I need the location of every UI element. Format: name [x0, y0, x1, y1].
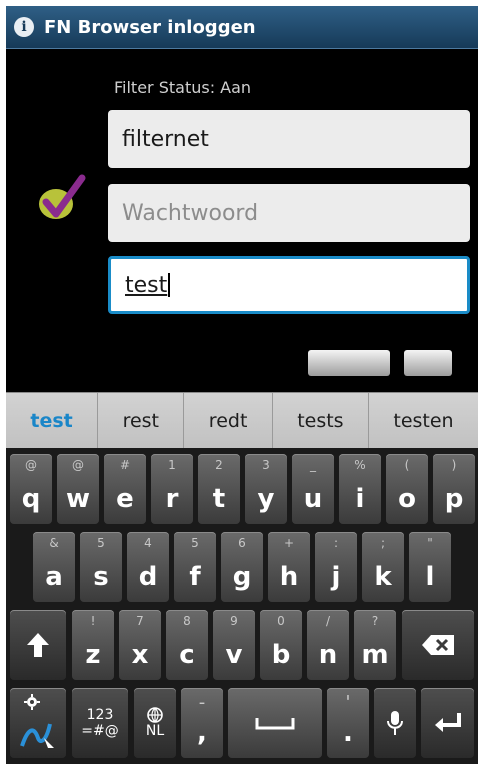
- key-g[interactable]: 6 g: [221, 532, 263, 602]
- suggestion-strip: test rest redt tests testen: [6, 392, 478, 449]
- suggestion-item[interactable]: rest: [97, 393, 183, 449]
- text-field-focused[interactable]: test: [108, 256, 470, 314]
- key-n[interactable]: / n: [307, 610, 349, 680]
- globe-icon: [147, 707, 163, 723]
- key-c[interactable]: 8 c: [166, 610, 208, 680]
- key-w[interactable]: @ w: [57, 454, 99, 524]
- settings-handwriting-key[interactable]: [10, 688, 66, 758]
- username-value: filternet: [122, 126, 209, 152]
- password-field[interactable]: Wachtwoord: [108, 184, 470, 242]
- key-o[interactable]: ( o: [386, 454, 428, 524]
- text-cursor: [168, 273, 171, 297]
- key-u[interactable]: _ u: [292, 454, 334, 524]
- key-l[interactable]: " l: [409, 532, 451, 602]
- key-r[interactable]: 1 r: [151, 454, 193, 524]
- comma-key[interactable]: - ,: [181, 688, 223, 758]
- suggestion-item[interactable]: testen: [367, 393, 478, 449]
- language-key[interactable]: NL: [134, 688, 176, 758]
- backspace-key[interactable]: [402, 610, 474, 680]
- key-b[interactable]: 0 b: [260, 610, 302, 680]
- soft-keyboard: @ q @ w # e 1 r 2 t 3 y _ u % i (o) p …: [6, 448, 478, 764]
- key-a[interactable]: & a: [33, 532, 75, 602]
- key-i[interactable]: % i: [339, 454, 381, 524]
- period-key[interactable]: ' .: [327, 688, 369, 758]
- microphone-key[interactable]: [374, 688, 416, 758]
- suggestion-item[interactable]: redt: [183, 393, 271, 449]
- key-q[interactable]: @ q: [10, 454, 52, 524]
- key-y[interactable]: 3 y: [245, 454, 287, 524]
- info-icon: i: [14, 17, 34, 37]
- shift-key[interactable]: [10, 610, 66, 680]
- key-k[interactable]: ; k: [362, 532, 404, 602]
- enter-key[interactable]: [421, 688, 474, 758]
- microphone-icon: [387, 711, 403, 735]
- gear-icon: [24, 694, 40, 710]
- key-m[interactable]: ? m: [354, 610, 396, 680]
- username-field[interactable]: filternet: [108, 110, 470, 168]
- key-d[interactable]: 4 d: [127, 532, 169, 602]
- key-t[interactable]: 2 t: [198, 454, 240, 524]
- shift-arrow-icon: [27, 633, 49, 657]
- title-bar: i FN Browser inloggen: [6, 6, 478, 49]
- window-title: FN Browser inloggen: [44, 16, 256, 38]
- symbols-key[interactable]: 123 =#@: [72, 688, 128, 758]
- filter-status-label: Filter Status: Aan: [114, 78, 252, 97]
- app-screen: i FN Browser inloggen Filter Status: Aan…: [6, 6, 478, 764]
- suggestion-item[interactable]: test: [6, 393, 97, 449]
- key-v[interactable]: 9 v: [213, 610, 255, 680]
- backspace-icon: [422, 635, 454, 655]
- space-key[interactable]: [228, 688, 322, 758]
- key-j[interactable]: : j: [315, 532, 357, 602]
- checkmark-logo-icon: [39, 174, 86, 219]
- key-f[interactable]: 5 f: [174, 532, 216, 602]
- space-bar-icon: [255, 718, 295, 730]
- handwriting-icon: [20, 723, 54, 748]
- key-p[interactable]: ) p: [433, 454, 475, 524]
- key-e[interactable]: # e: [104, 454, 146, 524]
- key-h[interactable]: + h: [268, 532, 310, 602]
- key-x[interactable]: 7 x: [119, 610, 161, 680]
- password-placeholder: Wachtwoord: [122, 200, 259, 226]
- login-button[interactable]: [308, 350, 390, 376]
- key-s[interactable]: 5 s: [80, 532, 122, 602]
- key-z[interactable]: ! z: [72, 610, 114, 680]
- cancel-button[interactable]: [404, 350, 452, 376]
- suggestion-item[interactable]: tests: [271, 393, 368, 449]
- enter-arrow-icon: [434, 713, 461, 732]
- text-field-value: test: [125, 272, 168, 298]
